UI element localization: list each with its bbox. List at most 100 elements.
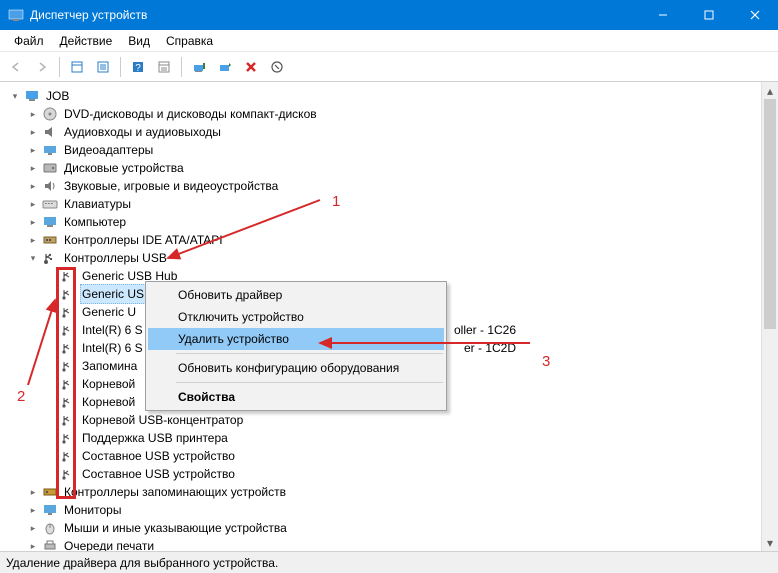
tree-item-tail: er - 1C2D bbox=[462, 339, 518, 357]
expand-icon[interactable]: ▸ bbox=[26, 107, 40, 121]
tree-item[interactable]: Корневой bbox=[80, 393, 137, 411]
ctx-disable-device[interactable]: Отключить устройство bbox=[148, 306, 444, 328]
toolbar-uninstall-icon[interactable] bbox=[239, 55, 263, 79]
menubar: Файл Действие Вид Справка bbox=[0, 30, 778, 52]
tree-item[interactable]: DVD-дисководы и дисководы компакт-дисков bbox=[62, 105, 319, 123]
expand-icon[interactable]: ▸ bbox=[26, 215, 40, 229]
sound-icon bbox=[42, 178, 58, 194]
tree-item[interactable]: Корневой USB-концентратор bbox=[80, 411, 245, 429]
ctx-separator bbox=[176, 382, 443, 383]
toolbar-forward-icon[interactable] bbox=[30, 55, 54, 79]
tree-item[interactable]: Компьютер bbox=[62, 213, 128, 231]
usb-device-icon bbox=[60, 268, 76, 284]
usb-device-icon bbox=[60, 286, 76, 302]
menu-file[interactable]: Файл bbox=[6, 32, 52, 50]
menu-help[interactable]: Справка bbox=[158, 32, 221, 50]
expand-icon[interactable]: ▸ bbox=[26, 521, 40, 535]
tree-root[interactable]: JOB bbox=[44, 87, 71, 105]
tree-item[interactable]: Мыши и иные указывающие устройства bbox=[62, 519, 289, 537]
tree-item-tail: oller - 1C26 bbox=[452, 321, 518, 339]
statusbar: Удаление драйвера для выбранного устройс… bbox=[0, 551, 778, 573]
status-text: Удаление драйвера для выбранного устройс… bbox=[6, 556, 278, 570]
toolbar: ? bbox=[0, 52, 778, 82]
optical-drive-icon bbox=[42, 106, 58, 122]
tree-item[interactable]: Составное USB устройство bbox=[80, 465, 237, 483]
tree-item[interactable]: Контроллеры IDE ATA/ATAPI bbox=[62, 231, 225, 249]
tree-item[interactable]: Звуковые, игровые и видеоустройства bbox=[62, 177, 280, 195]
usb-device-icon bbox=[60, 430, 76, 446]
ide-controller-icon bbox=[42, 232, 58, 248]
computer-icon bbox=[42, 214, 58, 230]
titlebar: Диспетчер устройств bbox=[0, 0, 778, 30]
tree-item-usb-controllers[interactable]: Контроллеры USB bbox=[62, 249, 169, 267]
toolbar-props-icon[interactable] bbox=[152, 55, 176, 79]
scroll-thumb[interactable] bbox=[764, 99, 776, 329]
scrollbar-vertical[interactable]: ▴ ▾ bbox=[761, 82, 778, 551]
tree-item[interactable]: Клавиатуры bbox=[62, 195, 133, 213]
toolbar-showhide-icon[interactable] bbox=[65, 55, 89, 79]
tree-item-selected[interactable]: Generic US bbox=[80, 284, 146, 304]
computer-icon bbox=[24, 88, 40, 104]
usb-device-icon bbox=[60, 376, 76, 392]
tree-item[interactable]: Корневой bbox=[80, 375, 137, 393]
ctx-scan-hardware[interactable]: Обновить конфигурацию оборудования bbox=[148, 357, 444, 379]
tree-item[interactable]: Generic U bbox=[80, 303, 138, 321]
tree-item[interactable]: Очереди печати bbox=[62, 537, 156, 551]
toolbar-update-icon[interactable] bbox=[187, 55, 211, 79]
ctx-properties[interactable]: Свойства bbox=[148, 386, 444, 408]
usb-device-icon bbox=[60, 322, 76, 338]
expand-icon[interactable]: ▸ bbox=[26, 161, 40, 175]
expand-icon[interactable]: ▸ bbox=[26, 197, 40, 211]
print-queue-icon bbox=[42, 538, 58, 551]
menu-view[interactable]: Вид bbox=[120, 32, 158, 50]
expand-icon[interactable]: ▸ bbox=[26, 125, 40, 139]
expand-icon[interactable]: ▾ bbox=[26, 251, 40, 265]
scroll-down-icon[interactable]: ▾ bbox=[762, 534, 778, 551]
usb-device-icon bbox=[60, 340, 76, 356]
monitor-icon bbox=[42, 502, 58, 518]
toolbar-scan-icon[interactable] bbox=[213, 55, 237, 79]
maximize-button[interactable] bbox=[686, 0, 732, 30]
expand-icon[interactable]: ▸ bbox=[26, 539, 40, 551]
expand-icon[interactable]: ▸ bbox=[26, 179, 40, 193]
expand-icon[interactable]: ▸ bbox=[26, 503, 40, 517]
display-adapter-icon bbox=[42, 142, 58, 158]
toolbar-list-icon[interactable] bbox=[91, 55, 115, 79]
expand-icon[interactable]: ▸ bbox=[26, 485, 40, 499]
tree-item[interactable]: Аудиовходы и аудиовыходы bbox=[62, 123, 223, 141]
devmgr-icon bbox=[8, 7, 24, 23]
tree-item[interactable]: Intel(R) 6 S bbox=[80, 321, 145, 339]
close-button[interactable] bbox=[732, 0, 778, 30]
tree-item[interactable]: Составное USB устройство bbox=[80, 447, 237, 465]
svg-text:?: ? bbox=[135, 63, 141, 74]
ctx-update-driver[interactable]: Обновить драйвер bbox=[148, 284, 444, 306]
tree-item[interactable]: Intel(R) 6 S bbox=[80, 339, 145, 357]
expand-icon[interactable]: ▸ bbox=[26, 233, 40, 247]
tree-item[interactable]: Запомина bbox=[80, 357, 139, 375]
toolbar-help-icon[interactable]: ? bbox=[126, 55, 150, 79]
usb-controller-icon bbox=[42, 250, 58, 266]
ctx-separator bbox=[176, 353, 443, 354]
toolbar-disable-icon[interactable] bbox=[265, 55, 289, 79]
tree-item[interactable]: Дисковые устройства bbox=[62, 159, 186, 177]
audio-icon bbox=[42, 124, 58, 140]
minimize-button[interactable] bbox=[640, 0, 686, 30]
scroll-up-icon[interactable]: ▴ bbox=[762, 82, 778, 99]
tree-item[interactable]: Мониторы bbox=[62, 501, 123, 519]
usb-device-icon bbox=[60, 394, 76, 410]
tree-item[interactable]: Видеоадаптеры bbox=[62, 141, 155, 159]
tree-item[interactable]: Поддержка USB принтера bbox=[80, 429, 230, 447]
toolbar-separator bbox=[59, 57, 60, 77]
toolbar-separator bbox=[120, 57, 121, 77]
keyboard-icon bbox=[42, 196, 58, 212]
usb-device-icon bbox=[60, 448, 76, 464]
storage-controller-icon bbox=[42, 484, 58, 500]
toolbar-back-icon[interactable] bbox=[4, 55, 28, 79]
ctx-uninstall-device[interactable]: Удалить устройство bbox=[148, 328, 444, 350]
menu-action[interactable]: Действие bbox=[52, 32, 121, 50]
tree-item[interactable]: Контроллеры запоминающих устройств bbox=[62, 483, 288, 501]
disk-icon bbox=[42, 160, 58, 176]
expand-icon[interactable]: ▾ bbox=[8, 89, 22, 103]
expand-icon[interactable]: ▸ bbox=[26, 143, 40, 157]
usb-device-icon bbox=[60, 358, 76, 374]
